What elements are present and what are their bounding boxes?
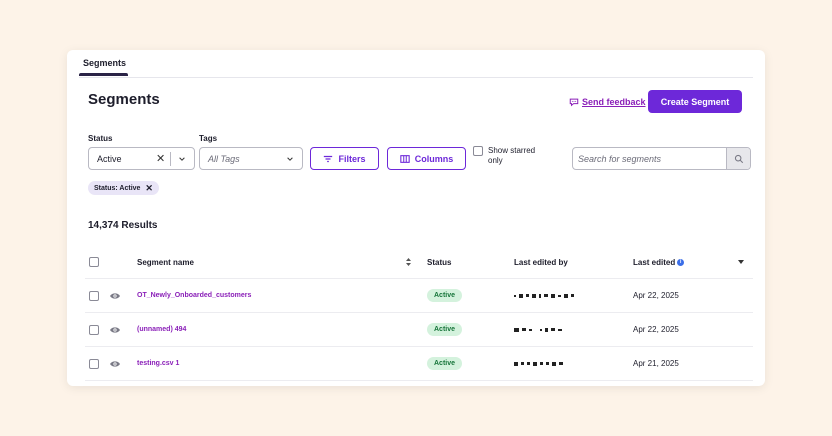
tab-segments[interactable]: Segments [79,58,130,68]
status-badge: Active [427,289,463,302]
select-all-checkbox[interactable] [89,257,99,267]
segment-name-link[interactable]: (unnamed) 494 [137,326,186,333]
column-header-status: Status [427,257,452,267]
sort-icon[interactable] [405,257,412,267]
tab-bar: Segments [79,50,753,78]
show-starred-toggle[interactable]: Show starred only [473,146,543,166]
segments-card: Segments Segments Send feedback Create S… [67,50,765,386]
chat-icon [569,98,579,107]
redacted-editor [514,293,574,298]
eye-icon[interactable] [109,326,121,334]
search-input[interactable] [573,148,726,169]
filter-icon [324,155,333,162]
columns-button[interactable]: Columns [387,147,466,170]
chevron-down-icon [287,157,293,161]
info-icon[interactable]: i [677,258,685,266]
search-button[interactable] [726,148,750,169]
status-select-value: Active [97,153,122,164]
segment-name-link[interactable]: OT_Newly_Onboarded_customers [137,292,251,299]
column-header-last-edited[interactable]: Last edited i [633,246,685,278]
search-icon [734,154,743,163]
segment-name-link[interactable]: testing.csv 1 [137,360,179,367]
row-checkbox[interactable] [89,358,99,369]
show-starred-label: Show starred only [488,146,536,165]
status-filter-label: Status [88,134,113,143]
table-row[interactable]: testing.csv 1 Active Apr 21, 2025 [85,347,753,381]
tags-select-value: All Tags [208,153,240,164]
send-feedback-link[interactable]: Send feedback [569,97,646,107]
filters-button[interactable]: Filters [310,147,379,170]
segments-table: Segment name Status Last edited by Last … [85,246,753,381]
tags-filter-label: Tags [199,134,218,143]
remove-chip-icon[interactable]: ✕ [145,183,153,194]
last-edited-date: Apr 22, 2025 [633,325,679,334]
chevron-down-icon[interactable] [178,155,186,163]
status-badge: Active [427,357,463,370]
caret-down-icon[interactable] [737,259,745,265]
clear-status-icon[interactable]: ✕ [156,152,165,165]
active-tab-indicator [79,73,128,76]
search-box [572,147,751,170]
redacted-editor [514,361,563,366]
eye-icon[interactable] [109,360,121,368]
last-edited-date: Apr 21, 2025 [633,359,679,368]
eye-icon[interactable] [109,292,121,300]
table-row[interactable]: (unnamed) 494 Active Apr 22, 2025 [85,313,753,347]
status-badge: Active [427,323,463,336]
tags-select[interactable]: All Tags [199,147,303,170]
table-header-row: Segment name Status Last edited by Last … [85,246,753,279]
last-edited-date: Apr 22, 2025 [633,291,679,300]
create-segment-button[interactable]: Create Segment [648,90,742,113]
column-header-last-edited-by: Last edited by [514,257,568,267]
show-starred-checkbox[interactable] [473,146,483,156]
table-row[interactable]: OT_Newly_Onboarded_customers Active Apr … [85,279,753,313]
row-checkbox[interactable] [89,324,99,335]
row-checkbox[interactable] [89,290,99,301]
status-select[interactable]: Active ✕ [88,147,195,170]
columns-icon [400,154,410,163]
page-title: Segments [88,91,160,108]
results-count: 14,374 Results [88,220,158,231]
select-divider [170,152,171,166]
redacted-editor [514,327,562,332]
column-header-name[interactable]: Segment name [137,246,194,278]
active-filter-chip: Status: Active ✕ [88,181,159,195]
